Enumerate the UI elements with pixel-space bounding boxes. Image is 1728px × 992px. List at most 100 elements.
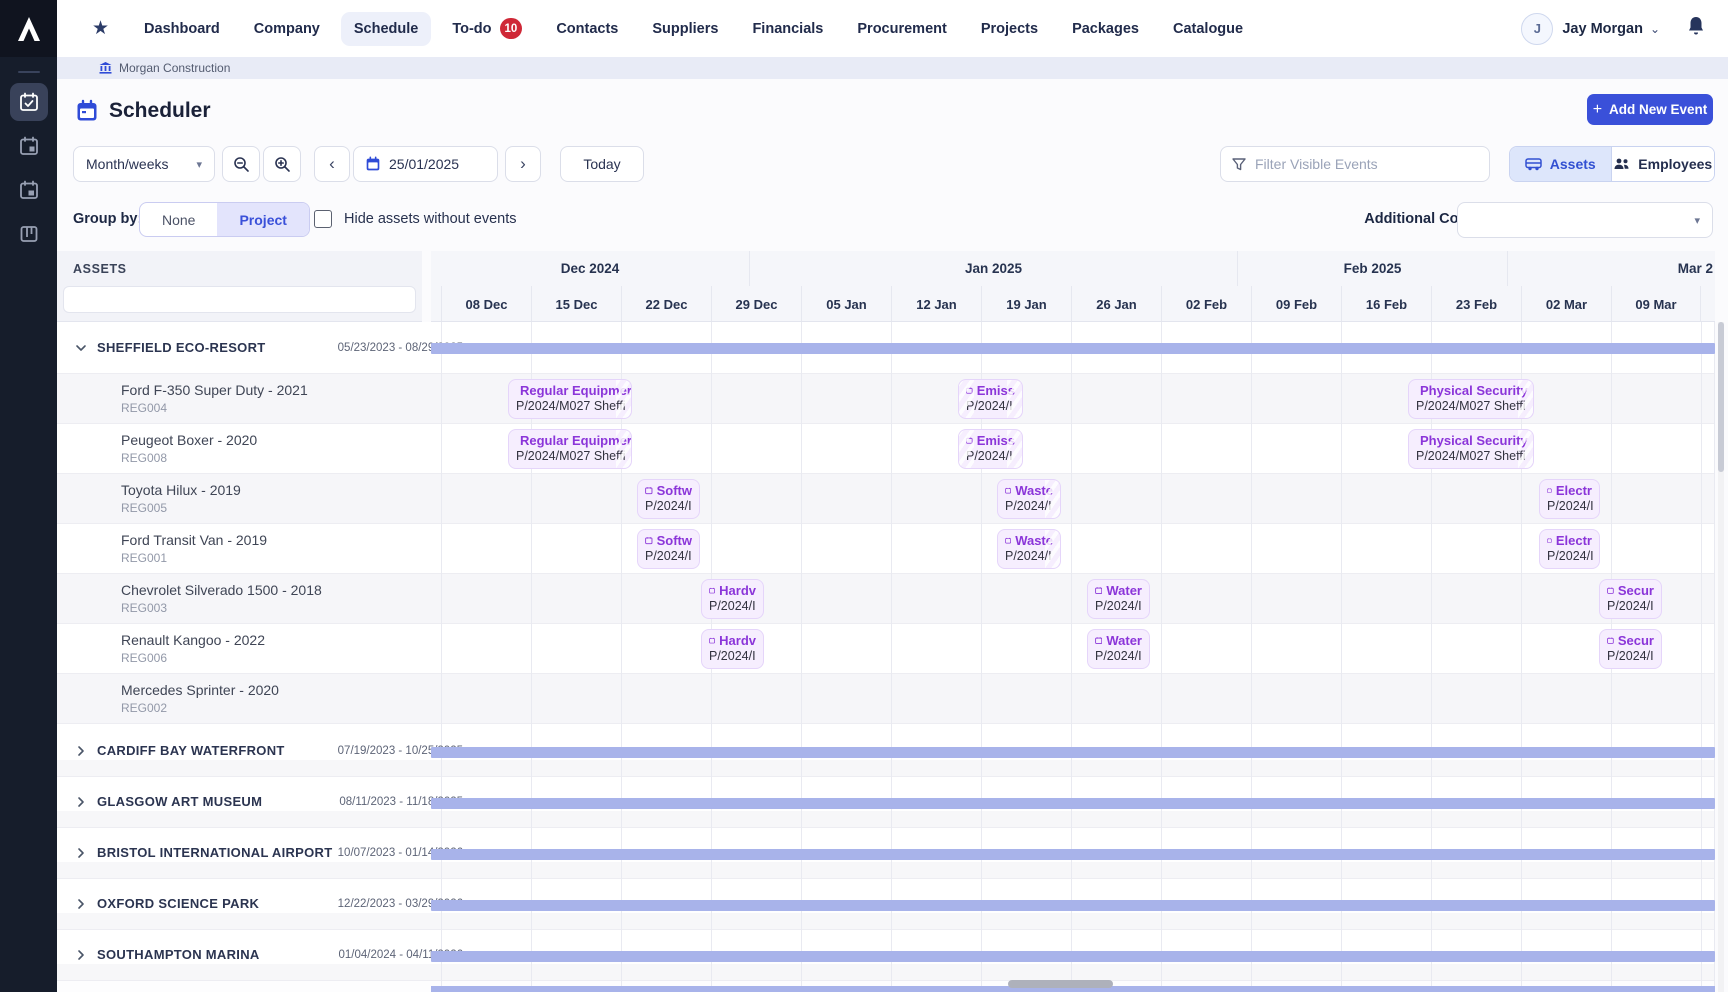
week-header[interactable]: 15 Dec — [531, 286, 621, 322]
timeline-header: Dec 2024Jan 2025Feb 2025Mar 2 08 Dec15 D… — [431, 251, 1715, 322]
chevron-right-icon — [75, 745, 87, 757]
event-chip[interactable]: Regular EquipmerP/2024/M027 Sheffi — [508, 379, 632, 419]
week-header[interactable]: 29 Dec — [711, 286, 801, 322]
view-mode-select[interactable]: Month/weeks ▾ — [73, 146, 215, 182]
rail-item-scheduler[interactable] — [10, 83, 48, 121]
prev-period-button[interactable]: ‹ — [314, 146, 350, 182]
assets-panel-title: ASSETS — [73, 262, 127, 276]
timeline-right-edge — [1714, 322, 1715, 992]
asset-registration: REG002 — [121, 701, 167, 715]
week-header[interactable]: 02 Feb — [1161, 286, 1251, 322]
horizontal-scrollbar[interactable] — [1008, 980, 1113, 988]
project-timeline-bar[interactable] — [431, 798, 1715, 809]
week-header[interactable]: 23 Feb — [1431, 286, 1521, 322]
asset-row[interactable]: Peugeot Boxer - 2020REG008Regular Equipm… — [57, 424, 1715, 474]
nav-item-catalogue[interactable]: Catalogue — [1160, 12, 1256, 46]
group-band — [57, 913, 1715, 929]
project-timeline-bar[interactable] — [431, 849, 1715, 860]
event-chip[interactable]: SecurP/2024/I — [1599, 579, 1662, 619]
asset-row[interactable]: Chevrolet Silverado 1500 - 2018REG003Har… — [57, 574, 1715, 624]
event-chip[interactable]: EmissP/2024/I — [958, 379, 1023, 419]
tab-assets[interactable]: Assets — [1510, 147, 1611, 181]
asset-row[interactable]: Renault Kangoo - 2022REG006HardvP/2024/I… — [57, 624, 1715, 674]
favorite-star-icon[interactable]: ★ — [92, 19, 109, 38]
nav-item-procurement[interactable]: Procurement — [844, 12, 959, 46]
week-header[interactable]: 02 Mar — [1521, 286, 1611, 322]
event-continues-left — [959, 380, 974, 418]
event-chip[interactable]: EmissP/2024/I — [958, 429, 1023, 469]
zoom-in-button[interactable] — [263, 146, 301, 182]
week-header[interactable]: 12 Jan — [891, 286, 981, 322]
project-group-row[interactable]: SHEFFIELD ECO-RESORT05/23/2023 - 08/29/2… — [57, 322, 1715, 374]
event-project-code: P/2024/I — [638, 548, 699, 563]
event-chip[interactable]: SoftwP/2024/I — [637, 479, 700, 519]
rail-item-calendar-alt[interactable] — [10, 171, 48, 209]
tab-employees[interactable]: Employees — [1611, 147, 1715, 181]
project-timeline-bar[interactable] — [431, 747, 1715, 758]
groupby-option-project[interactable]: Project — [217, 203, 308, 236]
project-group-row[interactable]: SOUTHAMPTON MARINA01/04/2024 - 04/11/202… — [57, 930, 1715, 981]
event-chip[interactable]: WaterP/2024/I — [1087, 579, 1150, 619]
nav-item-company[interactable]: Company — [241, 12, 333, 46]
event-chip[interactable]: ElectrP/2024/I — [1539, 479, 1600, 519]
date-picker[interactable]: 25/01/2025 — [353, 146, 498, 182]
event-chip[interactable]: HardvP/2024/I — [701, 579, 764, 619]
vertical-scrollbar[interactable] — [1718, 322, 1724, 472]
event-chip[interactable]: SoftwP/2024/I — [637, 529, 700, 569]
project-timeline-bar[interactable] — [431, 900, 1715, 911]
project-timeline-bar[interactable] — [431, 951, 1715, 962]
nav-item-packages[interactable]: Packages — [1059, 12, 1152, 46]
nav-item-schedule[interactable]: Schedule — [341, 12, 431, 46]
nav-item-to-do[interactable]: To-do10 — [439, 9, 535, 48]
additional-columns-select[interactable]: ▾ — [1457, 202, 1713, 238]
add-new-event-button[interactable]: + Add New Event — [1587, 94, 1713, 125]
project-group-row[interactable]: GLASGOW ART MUSEUM08/11/2023 - 11/18/202… — [57, 777, 1715, 828]
app-logo[interactable] — [0, 0, 57, 57]
event-chip[interactable]: SecurP/2024/I — [1599, 629, 1662, 669]
week-header[interactable]: 08 Dec — [441, 286, 531, 322]
zoom-out-button[interactable] — [222, 146, 260, 182]
week-header[interactable]: 09 Feb — [1251, 286, 1341, 322]
today-button[interactable]: Today — [560, 146, 644, 182]
rail-item-board[interactable] — [10, 215, 48, 253]
week-header[interactable]: 19 Jan — [981, 286, 1071, 322]
event-chip[interactable]: Regular EquipmerP/2024/M027 Sheffi — [508, 429, 632, 469]
event-title: Physical Security — [1409, 380, 1533, 398]
event-chip[interactable]: WaterP/2024/I — [1087, 629, 1150, 669]
nav-item-projects[interactable]: Projects — [968, 12, 1051, 46]
rail-item-calendar[interactable] — [10, 127, 48, 165]
asset-row[interactable]: Ford Transit Van - 2019REG001SoftwP/2024… — [57, 524, 1715, 574]
week-header[interactable]: 26 Jan — [1071, 286, 1161, 322]
event-title: Regular Equipmer — [509, 430, 631, 448]
event-chip[interactable]: Physical SecurityP/2024/M027 Sheffi — [1408, 429, 1534, 469]
asset-row[interactable]: Ford F-350 Super Duty - 2021REG004Regula… — [57, 374, 1715, 424]
nav-item-dashboard[interactable]: Dashboard — [131, 12, 233, 46]
project-group-row[interactable]: CARDIFF BAY WATERFRONT07/19/2023 - 10/25… — [57, 726, 1715, 777]
asset-row[interactable]: Mercedes Sprinter - 2020REG002 — [57, 674, 1715, 724]
event-chip[interactable]: WasteP/2024/I — [997, 529, 1061, 569]
breadcrumb-label[interactable]: Morgan Construction — [119, 61, 230, 75]
week-header[interactable]: 16 Feb — [1341, 286, 1431, 322]
nav-item-contacts[interactable]: Contacts — [543, 12, 631, 46]
week-header[interactable]: 05 Jan — [801, 286, 891, 322]
week-header[interactable]: 09 Mar — [1611, 286, 1701, 322]
project-group-row[interactable]: OXFORD SCIENCE PARK12/22/2023 - 03/29/20… — [57, 879, 1715, 930]
event-chip[interactable]: WasteP/2024/I — [997, 479, 1061, 519]
filter-events-input[interactable] — [1255, 156, 1478, 172]
event-chip[interactable]: Physical SecurityP/2024/M027 Sheffi — [1408, 379, 1534, 419]
event-chip[interactable]: HardvP/2024/I — [701, 629, 764, 669]
project-group-row[interactable]: BRISTOL INTERNATIONAL AIRPORT10/07/2023 … — [57, 828, 1715, 879]
nav-item-suppliers[interactable]: Suppliers — [639, 12, 731, 46]
nav-item-financials[interactable]: Financials — [739, 12, 836, 46]
event-chip[interactable]: ElectrP/2024/I — [1539, 529, 1600, 569]
next-period-button[interactable]: › — [505, 146, 541, 182]
week-header[interactable]: 22 Dec — [621, 286, 711, 322]
notifications-bell-icon[interactable] — [1686, 15, 1706, 42]
project-timeline-bar[interactable] — [431, 343, 1715, 354]
asset-row[interactable]: Toyota Hilux - 2019REG005SoftwP/2024/IWa… — [57, 474, 1715, 524]
hide-assets-checkbox[interactable] — [314, 210, 332, 228]
event-project-code: P/2024/I — [1088, 598, 1149, 613]
user-menu[interactable]: J Jay Morgan ⌄ — [1521, 13, 1660, 45]
assets-search-input[interactable] — [63, 286, 416, 313]
groupby-option-none[interactable]: None — [140, 203, 217, 236]
